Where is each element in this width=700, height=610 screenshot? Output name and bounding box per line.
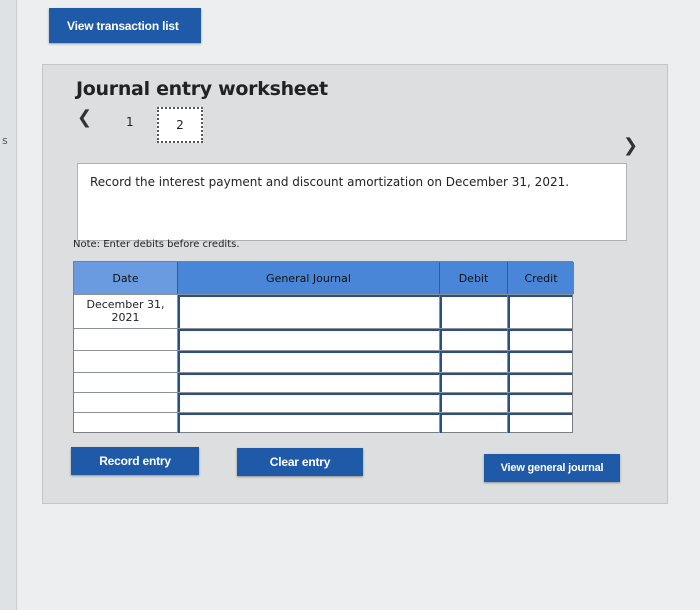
instruction-box: Record the interest payment and discount… [77, 163, 627, 241]
view-transaction-list-button[interactable]: View transaction list [49, 8, 201, 43]
worksheet-title: Journal entry worksheet [76, 78, 328, 100]
debit-input[interactable] [440, 413, 508, 433]
left-sidebar-strip: s [0, 0, 17, 610]
view-general-journal-button[interactable]: View general journal [484, 454, 620, 482]
general-journal-input[interactable] [178, 393, 440, 413]
general-journal-input[interactable] [178, 295, 440, 329]
column-header-date: Date [74, 262, 178, 294]
debit-input[interactable] [440, 393, 508, 413]
chevron-left-icon[interactable]: ❮ [77, 107, 92, 128]
date-cell[interactable] [74, 373, 178, 393]
table-row [74, 412, 572, 433]
debit-input[interactable] [440, 351, 508, 373]
chevron-right-icon[interactable]: ❯ [623, 135, 638, 156]
date-cell[interactable] [74, 413, 178, 433]
credit-input[interactable] [508, 373, 572, 393]
date-cell[interactable] [74, 351, 178, 373]
credit-input[interactable] [508, 351, 572, 373]
credit-input[interactable] [508, 393, 572, 413]
table-row [74, 372, 572, 393]
table-row [74, 350, 572, 373]
date-cell[interactable] [74, 329, 178, 351]
debit-input[interactable] [440, 373, 508, 393]
general-journal-input[interactable] [178, 351, 440, 373]
journal-entry-worksheet-panel: Journal entry worksheet ❮ 1 2 ❯ Record t… [42, 64, 668, 504]
column-header-debit: Debit [440, 262, 508, 294]
general-journal-input[interactable] [178, 329, 440, 351]
step-1-tab[interactable]: 1 [126, 115, 134, 129]
credit-input[interactable] [508, 413, 572, 433]
column-header-credit: Credit [508, 262, 574, 294]
table-row: December 31, 2021 [74, 294, 572, 329]
general-journal-input[interactable] [178, 413, 440, 433]
table-row [74, 392, 572, 413]
column-header-general-journal: General Journal [178, 262, 440, 294]
debit-input[interactable] [440, 295, 508, 329]
general-journal-input[interactable] [178, 373, 440, 393]
sidebar-mark: s [2, 134, 8, 147]
table-row [74, 328, 572, 351]
record-entry-button[interactable]: Record entry [71, 447, 199, 475]
debit-input[interactable] [440, 329, 508, 351]
date-cell[interactable] [74, 393, 178, 413]
clear-entry-button[interactable]: Clear entry [237, 448, 363, 476]
credit-input[interactable] [508, 295, 572, 329]
credit-input[interactable] [508, 329, 572, 351]
note-text: Note: Enter debits before credits. [73, 239, 240, 250]
step-2-tab[interactable]: 2 [157, 107, 203, 143]
journal-table: Date General Journal Debit Credit Decemb… [73, 261, 574, 433]
date-cell: December 31, 2021 [74, 295, 178, 329]
